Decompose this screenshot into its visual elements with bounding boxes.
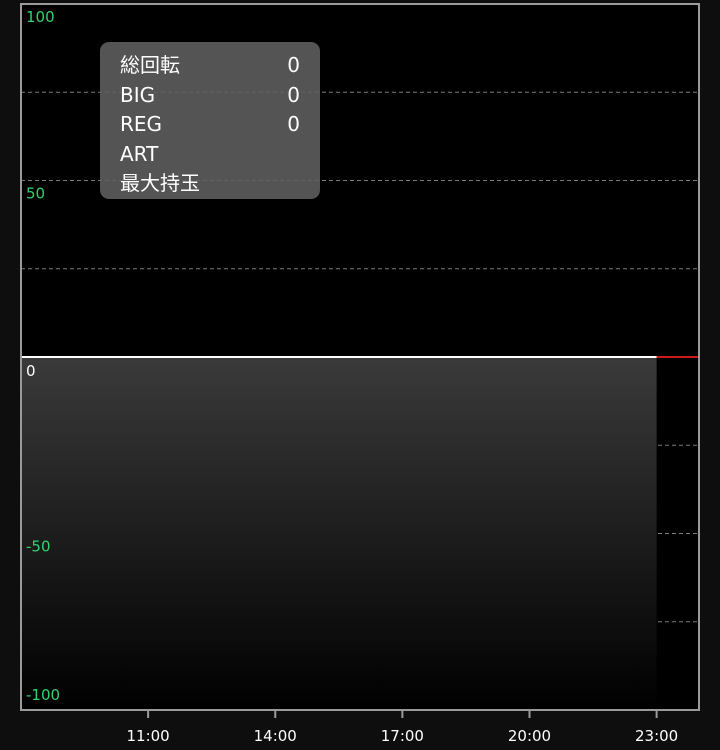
y-tick-label: 50 [26, 185, 45, 203]
info-row-total-spins: 総回転 0 [120, 51, 300, 81]
info-label: 最大持玉 [120, 171, 200, 195]
info-label: REG [120, 112, 163, 136]
y-tick-label: -50 [26, 538, 51, 556]
info-row-big: BIG 0 [120, 81, 300, 111]
y-tick-label: 0 [26, 362, 36, 380]
info-value: 0 [287, 82, 300, 107]
x-tick-label: 23:00 [635, 727, 678, 745]
x-tick-label: 14:00 [254, 727, 297, 745]
x-tick-label: 11:00 [127, 727, 170, 745]
info-value: 0 [287, 112, 300, 136]
stats-panel: 総回転 0 BIG 0 REG 0 ART 最大持玉 [100, 42, 320, 199]
info-row-max-balls: 最大持玉 [120, 169, 300, 199]
info-label: BIG [120, 82, 156, 107]
area-fill [21, 357, 657, 710]
x-ticks: 11:00 14:00 17:00 20:00 23:00 [127, 710, 678, 745]
info-label: ART [120, 141, 159, 166]
series-area [21, 357, 657, 710]
info-label: 総回転 [120, 53, 180, 77]
info-value: 0 [287, 53, 300, 77]
info-row-art: ART [120, 140, 300, 170]
y-tick-label: -100 [26, 686, 60, 704]
x-tick-label: 20:00 [508, 727, 551, 745]
x-tick-label: 17:00 [381, 727, 424, 745]
info-row-reg: REG 0 [120, 110, 300, 140]
y-tick-label: 100 [26, 8, 55, 26]
